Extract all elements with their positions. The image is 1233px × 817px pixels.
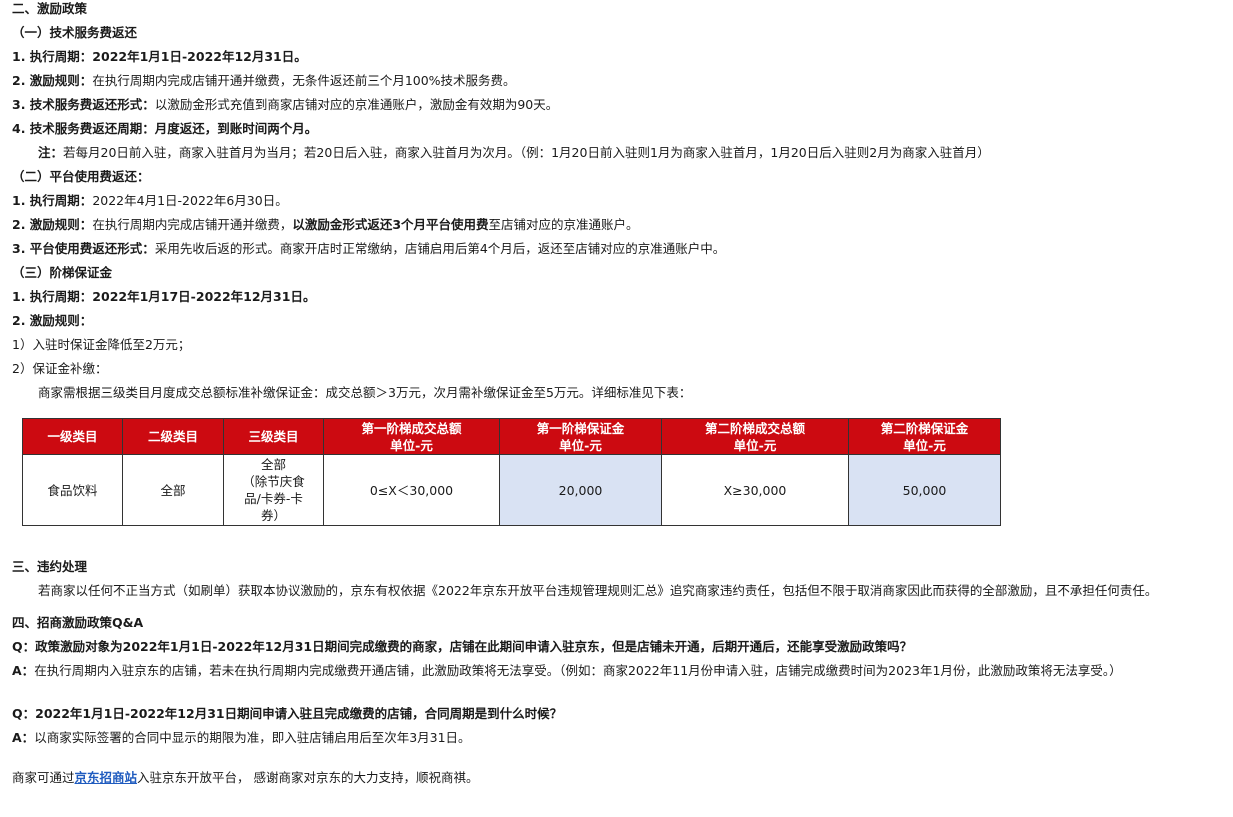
tech-fee-return-form: 3. 技术服务费返还形式：以激励金形式充值到商家店铺对应的京准通账户，激励金有效… — [12, 97, 559, 112]
platform-fee-period: 1. 执行周期：2022年4月1日-2022年6月30日。 — [12, 193, 288, 208]
header-tier2-gmv: 第二阶梯成交总额 单位-元 — [661, 418, 849, 455]
table-header-row: 一级类目 二级类目 三级类目 第一阶梯成交总额 单位-元 第一阶梯保证金 单位-元 … — [22, 418, 1001, 455]
tech-fee-note: 注：若每月20日前入驻，商家入驻首月为当月；若20日后入驻，商家入驻首月为次月。… — [38, 145, 990, 160]
footer-text: 商家可通过京东招商站入驻京东开放平台， 感谢商家对京东的大力支持，顺祝商祺。 — [12, 770, 479, 785]
section-title-qa: 四、招商激励政策Q&A — [12, 615, 144, 630]
violation-text: 若商家以任何不正当方式（如刷单）获取本协议激励的，京东有权依据《2022年京东开… — [38, 583, 1158, 598]
policy-document: 二、激励政策 （一）技术服务费返还 1. 执行周期：2022年1月1日-2022… — [12, 0, 1227, 790]
tech-fee-rule: 2. 激励规则：在执行周期内完成店铺开通并缴费，无条件返还前三个月100%技术服… — [12, 73, 516, 88]
qa-question-1: Q：政策激励对象为2022年1月1日-2022年12月31日期间完成缴费的商家，… — [12, 639, 913, 654]
cell-tier1-gmv: 0≤X＜30,000 — [323, 454, 500, 526]
header-tier1-deposit: 第一阶梯保证金 单位-元 — [499, 418, 662, 455]
qa-answer-2: A：以商家实际签署的合同中显示的期限为准，即入驻店铺启用后至次年3月31日。 — [12, 730, 471, 745]
subsection-title-tech-fee: （一）技术服务费返还 — [12, 25, 138, 40]
tech-fee-period: 1. 执行周期：2022年1月1日-2022年12月31日。 — [12, 49, 307, 64]
subsection-title-tiered-deposit: （三）阶梯保证金 — [12, 265, 113, 280]
cell-category-level-2: 全部 — [122, 454, 224, 526]
header-tier2-deposit: 第二阶梯保证金 单位-元 — [848, 418, 1001, 455]
qa-answer-1: A：在执行周期内入驻京东的店铺，若未在执行周期内完成缴费开通店铺，此激励政策将无… — [12, 663, 1122, 678]
deposit-rule-1: 1）入驻时保证金降低至2万元； — [12, 337, 191, 352]
table-row: 食品饮料 全部 全部 （除节庆食 品/卡券-卡 券） 0≤X＜30,000 20,00… — [22, 454, 1001, 526]
deposit-rule-heading: 2. 激励规则： — [12, 313, 93, 328]
cell-category-level-1: 食品饮料 — [22, 454, 123, 526]
cell-tier1-deposit: 20,000 — [499, 454, 662, 526]
cell-category-level-3: 全部 （除节庆食 品/卡券-卡 券） — [223, 454, 324, 526]
header-category-level-2: 二级类目 — [122, 418, 224, 455]
cell-tier2-deposit: 50,000 — [848, 454, 1001, 526]
cell-tier2-gmv: X≥30,000 — [661, 454, 849, 526]
platform-fee-return-form: 3. 平台使用费返还形式：采用先收后返的形式。商家开店时正常缴纳，店铺启用后第4… — [12, 241, 726, 256]
header-category-level-3: 三级类目 — [223, 418, 324, 455]
platform-fee-rule: 2. 激励规则：在执行周期内完成店铺开通并缴费，以激励金形式返还3个月平台使用费… — [12, 217, 639, 232]
deposit-rule-2: 2）保证金补缴： — [12, 361, 108, 376]
subsection-title-platform-fee: （二）平台使用费返还： — [12, 169, 150, 184]
deposit-rule-2-desc: 商家需根据三级类目月度成交总额标准补缴保证金：成交总额＞3万元，次月需补缴保证金… — [38, 385, 692, 400]
deposit-period: 1. 执行周期：2022年1月17日-2022年12月31日。 — [12, 289, 316, 304]
header-tier1-gmv: 第一阶梯成交总额 单位-元 — [323, 418, 500, 455]
tech-fee-return-cycle: 4. 技术服务费返还周期：月度返还，到账时间两个月。 — [12, 121, 318, 136]
section-title-violation: 三、违约处理 — [12, 559, 88, 574]
section-title-incentive: 二、激励政策 — [12, 1, 88, 16]
qa-question-2: Q：2022年1月1日-2022年12月31日期间申请入驻且完成缴费的店铺，合同… — [12, 706, 563, 721]
jd-recruitment-link[interactable]: 京东招商站 — [75, 770, 138, 785]
tiered-deposit-table: 一级类目 二级类目 三级类目 第一阶梯成交总额 单位-元 第一阶梯保证金 单位-元 … — [22, 418, 1001, 526]
header-category-level-1: 一级类目 — [22, 418, 123, 455]
